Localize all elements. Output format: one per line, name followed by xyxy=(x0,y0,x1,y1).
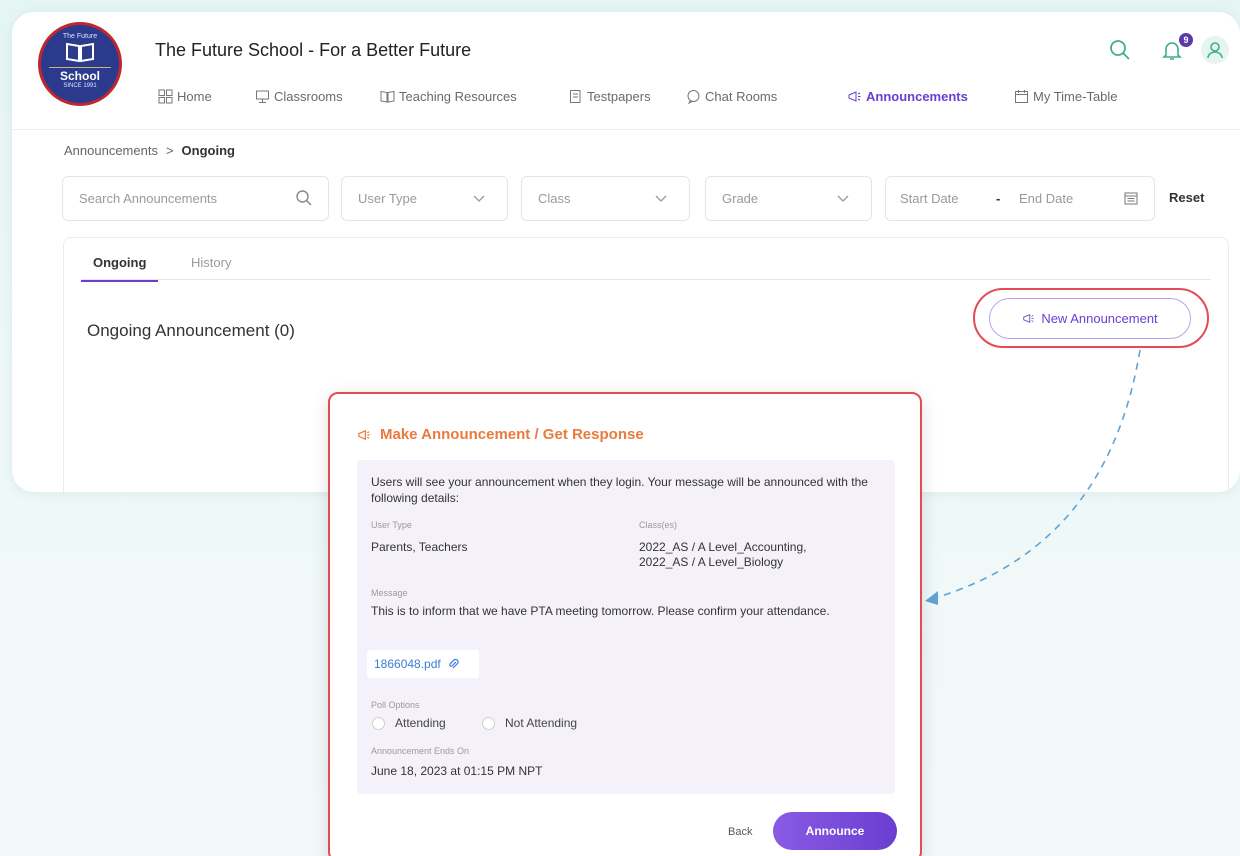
nav-announcements[interactable]: Announcements xyxy=(847,89,968,104)
user-type-value: Parents, Teachers xyxy=(371,540,468,554)
tab-history[interactable]: History xyxy=(191,255,231,270)
search-placeholder: Search Announcements xyxy=(79,191,218,206)
chevron-down-icon xyxy=(473,195,485,202)
nav-chat-rooms-label: Chat Rooms xyxy=(705,89,778,104)
ends-on-label: Announcement Ends On xyxy=(371,746,470,756)
modal-title-text: Make Announcement / Get Response xyxy=(380,426,644,443)
date-separator: - xyxy=(996,191,1001,206)
chevron-down-icon xyxy=(837,195,849,202)
paperclip-icon xyxy=(449,658,459,669)
breadcrumb-parent[interactable]: Announcements xyxy=(64,143,158,158)
user-icon[interactable] xyxy=(1201,36,1229,64)
tab-ongoing[interactable]: Ongoing xyxy=(80,255,159,282)
paper-icon xyxy=(570,90,581,103)
attachment-name: 1866048.pdf xyxy=(374,657,441,671)
nav-classrooms[interactable]: Classrooms xyxy=(255,89,343,104)
nav-teaching-resources-label: Teaching Resources xyxy=(399,89,517,104)
radio-circle[interactable] xyxy=(482,716,495,730)
nav-home[interactable]: Home xyxy=(158,89,212,104)
poll-option-attending[interactable]: Attending xyxy=(372,716,446,730)
nav-testpapers-label: Testpapers xyxy=(587,89,651,104)
nav-my-time-table[interactable]: My Time-Table xyxy=(1014,89,1118,104)
new-announcement-button[interactable]: New Announcement xyxy=(989,298,1191,339)
make-announcement-modal: Make Announcement / Get Response Users w… xyxy=(328,392,922,856)
user-type-select[interactable]: User Type xyxy=(341,176,508,221)
poll-options-label: Poll Options xyxy=(371,700,420,710)
intro-text: Users will see your announcement when th… xyxy=(371,475,868,505)
nav-chat-rooms[interactable]: Chat Rooms xyxy=(686,89,777,104)
message-value: This is to inform that we have PTA meeti… xyxy=(371,604,830,618)
user-type-value: User Type xyxy=(358,191,418,206)
logo-since-text: SINCE 1991 xyxy=(63,83,97,89)
megaphone-icon xyxy=(358,429,370,440)
announce-button[interactable]: Announce xyxy=(773,812,897,850)
book-icon xyxy=(66,42,94,63)
poll-option-label: Not Attending xyxy=(505,716,578,730)
nav-home-label: Home xyxy=(177,89,212,104)
nav-teaching-resources[interactable]: Teaching Resources xyxy=(380,89,517,104)
modal-title: Make Announcement / Get Response xyxy=(356,426,644,443)
classes-value-line1: 2022_AS / A Level_Accounting, xyxy=(639,540,807,554)
classes-value-line2: 2022_AS / A Level_Biology xyxy=(639,555,784,569)
end-date-placeholder: End Date xyxy=(1019,191,1074,206)
search-icon[interactable] xyxy=(295,189,313,207)
search-icon[interactable] xyxy=(1108,38,1132,62)
poll-option-label: Attending xyxy=(395,716,446,730)
nav-announcements-label: Announcements xyxy=(866,89,968,104)
nav-my-time-table-label: My Time-Table xyxy=(1033,89,1118,104)
nav-testpapers[interactable]: Testpapers xyxy=(568,89,651,104)
megaphone-icon xyxy=(848,91,861,102)
chat-icon xyxy=(687,90,700,104)
announcement-summary: Users will see your announcement when th… xyxy=(357,460,895,794)
class-select[interactable]: Class xyxy=(521,176,690,221)
ends-on-value: June 18, 2023 at 01:15 PM NPT xyxy=(371,764,543,778)
radio-circle[interactable] xyxy=(372,716,385,730)
classes-label: Class(es) xyxy=(639,520,678,530)
calendar-icon[interactable] xyxy=(1124,191,1138,205)
calendar-icon xyxy=(1015,90,1028,103)
class-value: Class xyxy=(538,191,571,206)
breadcrumb-separator: > xyxy=(165,143,174,158)
school-logo[interactable]: The Future School SINCE 1991 xyxy=(38,22,122,106)
poll-option-not-attending[interactable]: Not Attending xyxy=(482,716,577,730)
header: The Future School SINCE 1991 The Future … xyxy=(12,12,1240,130)
board-icon xyxy=(256,90,269,103)
start-date-placeholder: Start Date xyxy=(900,191,959,206)
breadcrumb-current: Ongoing xyxy=(181,143,235,158)
book-icon xyxy=(380,90,395,103)
logo-top-text: The Future xyxy=(62,33,98,40)
breadcrumb: Announcements > Ongoing xyxy=(64,143,235,158)
attachment-link[interactable]: 1866048.pdf xyxy=(367,650,479,678)
search-input[interactable]: Search Announcements xyxy=(62,176,329,221)
grade-select[interactable]: Grade xyxy=(705,176,872,221)
grade-value: Grade xyxy=(722,191,759,206)
ongoing-announcement-title: Ongoing Announcement (0) xyxy=(87,321,295,340)
school-title: The Future School - For a Better Future xyxy=(155,40,472,60)
chevron-down-icon xyxy=(655,195,667,202)
megaphone-icon xyxy=(1023,313,1035,324)
back-button[interactable]: Back xyxy=(728,826,752,838)
reset-button[interactable]: Reset xyxy=(1169,190,1204,205)
notification-badge: 9 xyxy=(1179,33,1193,47)
nav-classrooms-label: Classrooms xyxy=(274,89,343,104)
date-range-picker[interactable]: Start Date - End Date xyxy=(885,176,1155,221)
tab-bar: Ongoing History xyxy=(80,238,1211,282)
user-type-label: User Type xyxy=(371,520,412,530)
new-announcement-label: New Announcement xyxy=(1041,311,1158,326)
grid-icon xyxy=(158,89,173,104)
message-label: Message xyxy=(371,588,408,598)
logo-school-text: School xyxy=(49,67,111,83)
